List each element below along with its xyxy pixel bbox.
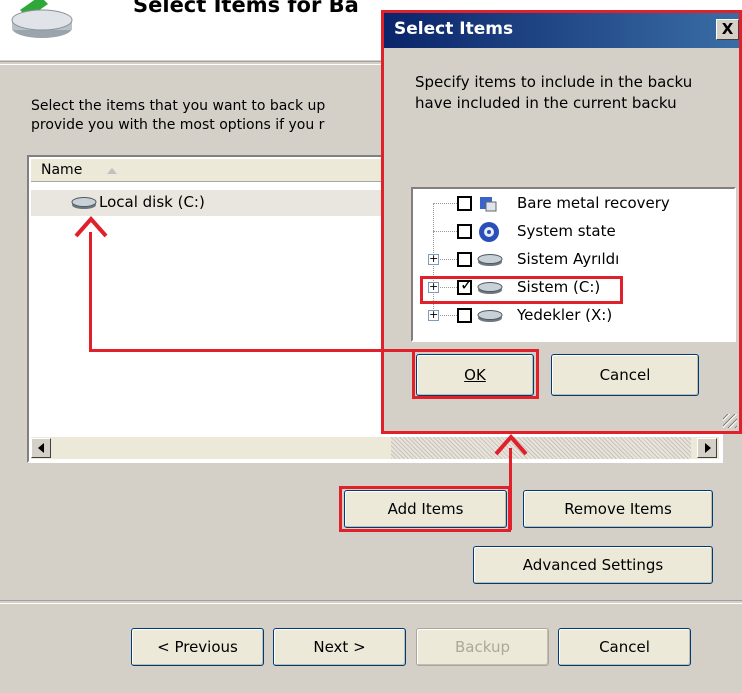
horizontal-scrollbar[interactable] xyxy=(31,437,719,459)
column-name-label: Name xyxy=(41,162,83,178)
wizard-description: Select the items that you want to back u… xyxy=(31,97,325,135)
annotation-arrow-line xyxy=(509,448,512,530)
backup-button[interactable]: Backup xyxy=(416,628,549,666)
arrow-up-icon xyxy=(494,433,528,456)
previous-button[interactable]: < Previous xyxy=(131,628,264,666)
annotation-add-items-highlight xyxy=(339,486,511,532)
advanced-settings-label: Advanced Settings xyxy=(522,556,664,574)
remove-items-button[interactable]: Remove Items xyxy=(523,490,713,528)
arrow-right-icon xyxy=(705,443,711,453)
description-line-2: provide you with the most options if you… xyxy=(31,117,325,133)
arrow-left-icon xyxy=(38,443,44,453)
cancel-label: Cancel xyxy=(599,638,650,656)
annotation-ok-highlight xyxy=(412,349,539,399)
page-title: Select Items for Ba xyxy=(133,0,359,17)
drive-icon xyxy=(71,197,97,209)
list-item-label: Local disk (C:) xyxy=(99,193,205,211)
previous-label: < Previous xyxy=(157,638,238,656)
sort-ascending-icon xyxy=(107,168,117,174)
footer-divider xyxy=(0,600,742,604)
next-label: Next > xyxy=(313,638,366,656)
backup-label: Backup xyxy=(455,638,510,656)
annotation-sistem-c-highlight xyxy=(420,276,623,304)
next-button[interactable]: Next > xyxy=(273,628,406,666)
description-line-1: Select the items that you want to back u… xyxy=(31,98,326,114)
scroll-right-button[interactable] xyxy=(697,438,717,458)
backup-drive-icon xyxy=(11,0,73,38)
cancel-button[interactable]: Cancel xyxy=(558,628,691,666)
scroll-left-button[interactable] xyxy=(31,438,51,458)
annotation-arrow-line xyxy=(89,232,92,352)
column-header-name[interactable]: Name xyxy=(31,159,391,182)
list-item[interactable]: Local disk (C:) xyxy=(31,190,383,216)
arrow-up-icon xyxy=(74,215,108,238)
annotation-arrow-line xyxy=(89,349,412,352)
advanced-settings-button[interactable]: Advanced Settings xyxy=(473,546,713,584)
remove-items-label: Remove Items xyxy=(564,500,672,518)
scroll-track[interactable] xyxy=(391,437,691,459)
